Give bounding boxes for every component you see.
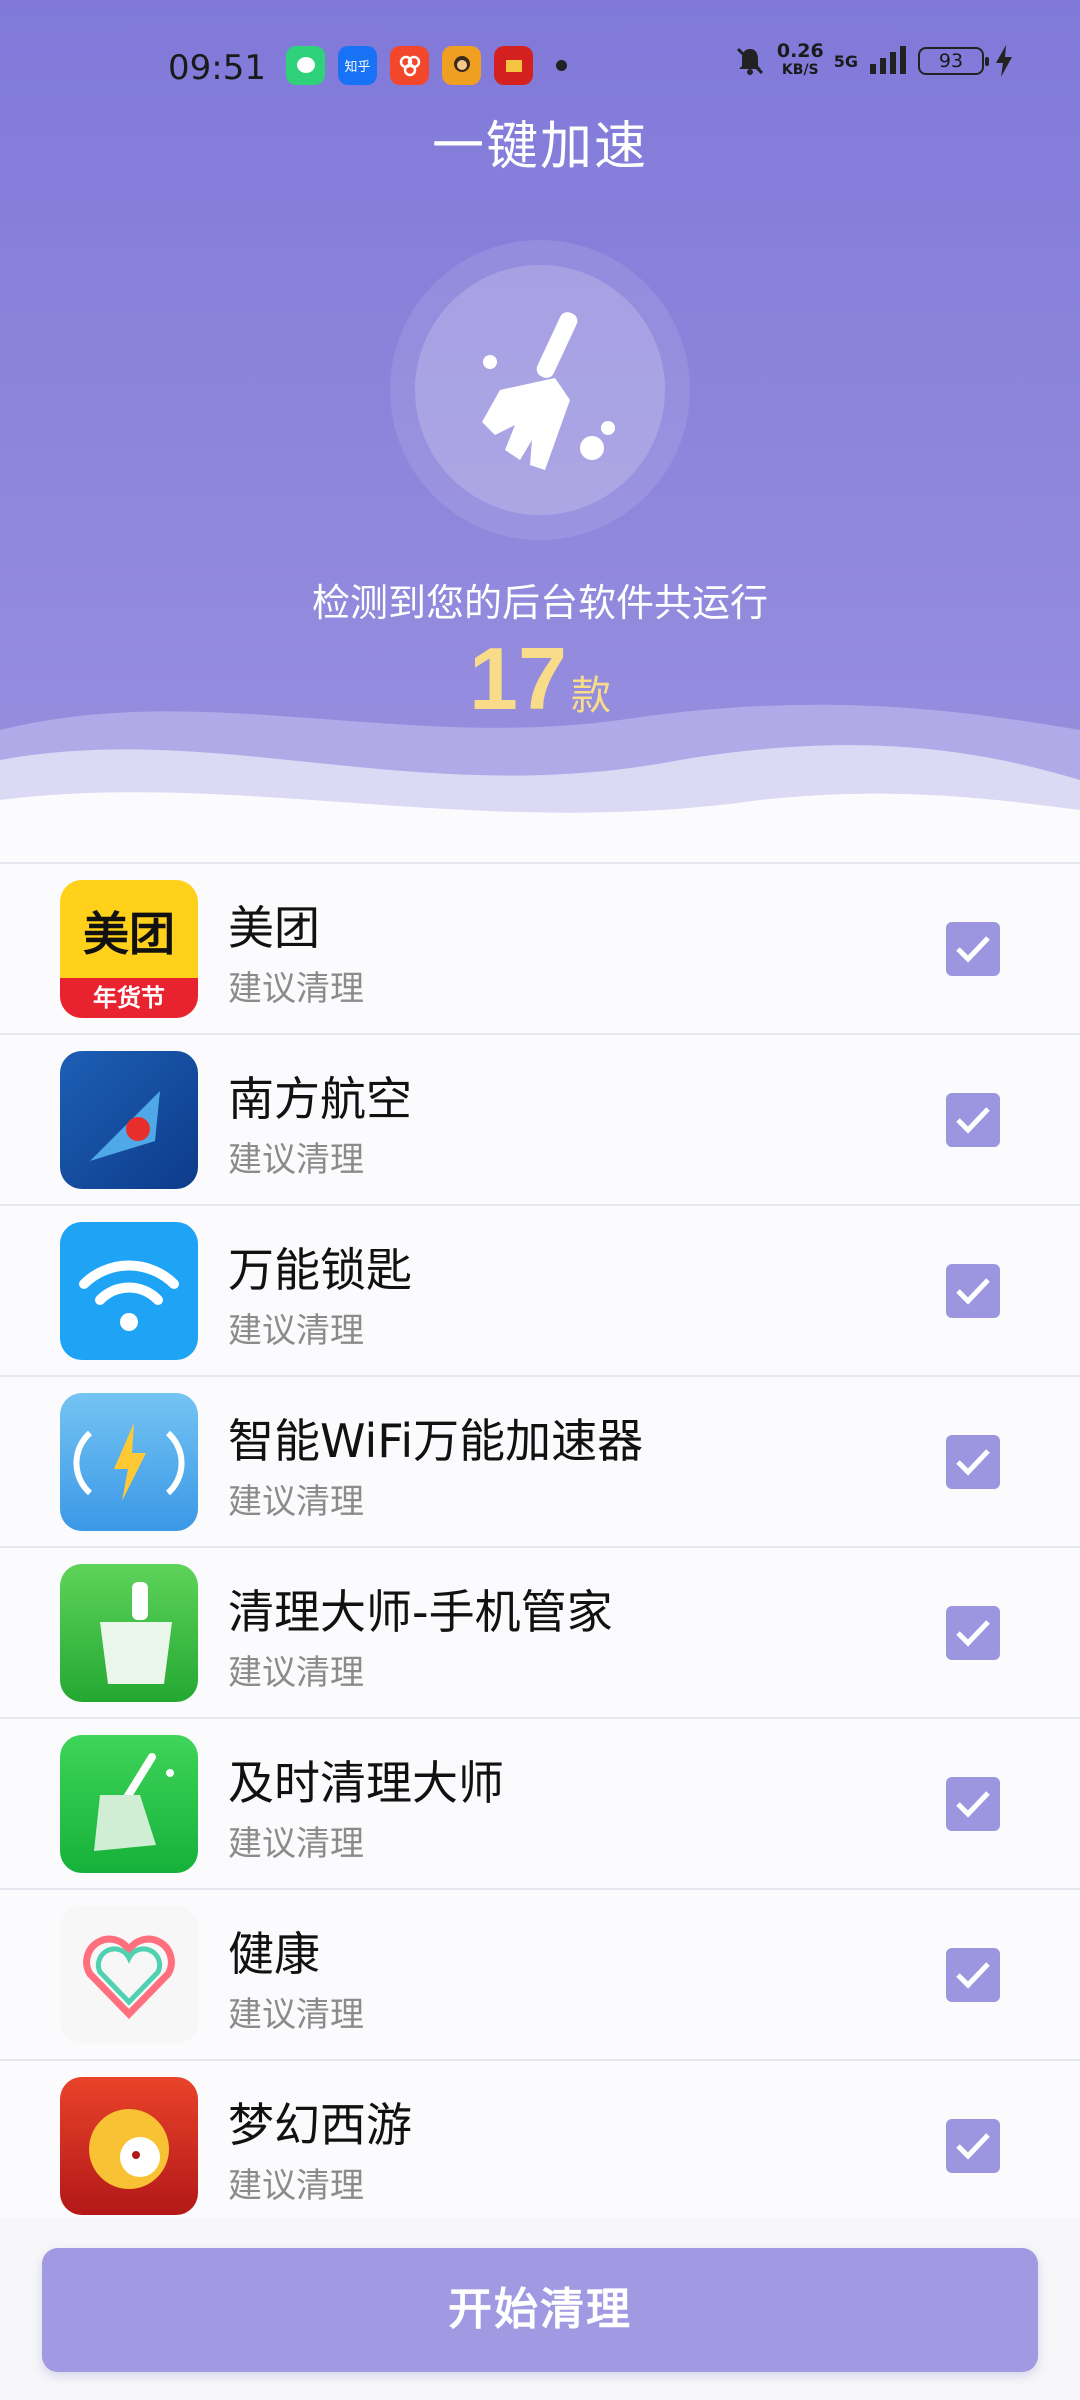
fantasy-westward-icon: [60, 2077, 198, 2215]
broom-icon: [482, 312, 615, 470]
app-row-clean-master[interactable]: 清理大师-手机管家 建议清理: [0, 1546, 1080, 1717]
app-name: 南方航空: [228, 1072, 412, 1126]
app-row-health[interactable]: 健康 建议清理: [0, 1888, 1080, 2059]
timely-cleaner-icon: [60, 1735, 198, 1873]
app-name: 及时清理大师: [228, 1756, 504, 1810]
status-time: 09:51: [168, 48, 266, 88]
check-icon: [956, 2133, 990, 2160]
app-list: 美团 年货节 美团 建议清理 南方航空 建议清理 万能锁匙 建议清理 智能WiF…: [0, 862, 1080, 2230]
meituan-icon-text: 美团: [83, 907, 175, 961]
check-icon: [956, 1791, 990, 1818]
meituan-icon: 美团 年货节: [60, 880, 198, 1018]
app-name: 美团: [228, 901, 320, 955]
zhihu-icon: 知乎: [338, 46, 377, 85]
battery-level: 93: [938, 50, 964, 72]
page-title: 一键加速: [431, 117, 648, 177]
message-app-icon: [286, 46, 325, 85]
app-orange-icon: [390, 46, 429, 85]
app-name: 智能WiFi万能加速器: [228, 1414, 644, 1468]
app-row-meituan[interactable]: 美团 年货节 美团 建议清理: [0, 862, 1080, 1033]
meituan-icon-banner: 年货节: [60, 978, 198, 1018]
app-name: 清理大师-手机管家: [228, 1585, 613, 1639]
zhihu-icon-label: 知乎: [344, 60, 371, 75]
app-red-icon: [494, 46, 533, 85]
check-icon: [956, 1962, 990, 1989]
app-suggestion: 建议清理: [228, 1311, 364, 1351]
app-suggestion: 建议清理: [228, 1995, 364, 2035]
app-suggestion: 建议清理: [228, 1140, 364, 1180]
app-checkbox[interactable]: [946, 1264, 1000, 1318]
charging-icon: [996, 45, 1012, 77]
app-name: 万能锁匙: [228, 1243, 412, 1297]
signal-icon: [870, 46, 906, 74]
clean-master-icon: [60, 1564, 198, 1702]
check-icon: [956, 1620, 990, 1647]
app-suggestion: 建议清理: [228, 969, 364, 1009]
battery-indicator: 93: [918, 47, 989, 75]
app-suggestion: 建议清理: [228, 1824, 364, 1864]
check-icon: [956, 1278, 990, 1305]
app-checkbox[interactable]: [946, 922, 1000, 976]
network-type: 5G: [833, 51, 858, 71]
notification-icons: 知乎: [286, 46, 567, 85]
app-row-wifi-booster[interactable]: 智能WiFi万能加速器 建议清理: [0, 1375, 1080, 1546]
health-icon: [60, 1906, 198, 2044]
system-icons: 0.26 KB/S 5G 93: [733, 42, 1014, 80]
app-checkbox[interactable]: [946, 1948, 1000, 2002]
check-icon: [956, 1107, 990, 1134]
app-avatar-icon: [442, 46, 481, 85]
app-checkbox[interactable]: [946, 1093, 1000, 1147]
detect-text: 检测到您的后台软件共运行: [311, 581, 768, 625]
app-name: 健康: [228, 1927, 320, 1981]
app-name: 梦幻西游: [228, 2098, 412, 2152]
app-row-timely-cleaner[interactable]: 及时清理大师 建议清理: [0, 1717, 1080, 1888]
mute-bell-icon: [736, 47, 763, 75]
more-notifications-dot: [556, 60, 567, 71]
network-speed-value: 0.26: [776, 40, 824, 62]
network-speed-unit: KB/S: [781, 62, 819, 78]
wifi-key-icon: [60, 1222, 198, 1360]
app-checkbox[interactable]: [946, 1435, 1000, 1489]
network-speed: 0.26 KB/S: [777, 42, 824, 80]
check-icon: [956, 1449, 990, 1476]
header-wave: [0, 704, 1080, 860]
app-suggestion: 建议清理: [228, 2166, 364, 2206]
check-icon: [956, 936, 990, 963]
start-clean-button[interactable]: 开始清理: [42, 2248, 1038, 2372]
app-checkbox[interactable]: [946, 1777, 1000, 1831]
app-checkbox[interactable]: [946, 2119, 1000, 2173]
app-row-fantasy-westward[interactable]: 梦幻西游 建议清理: [0, 2059, 1080, 2230]
app-checkbox[interactable]: [946, 1606, 1000, 1660]
app-row-wifi-key[interactable]: 万能锁匙 建议清理: [0, 1204, 1080, 1375]
app-suggestion: 建议清理: [228, 1482, 364, 1522]
app-suggestion: 建议清理: [228, 1653, 364, 1693]
wifi-booster-icon: [60, 1393, 198, 1531]
app-row-china-southern[interactable]: 南方航空 建议清理: [0, 1033, 1080, 1204]
header-banner: 09:51 知乎 0.26 KB/S 5G 93 一键加速 检测到您的后台软件共…: [0, 0, 1080, 860]
china-southern-icon: [60, 1051, 198, 1189]
